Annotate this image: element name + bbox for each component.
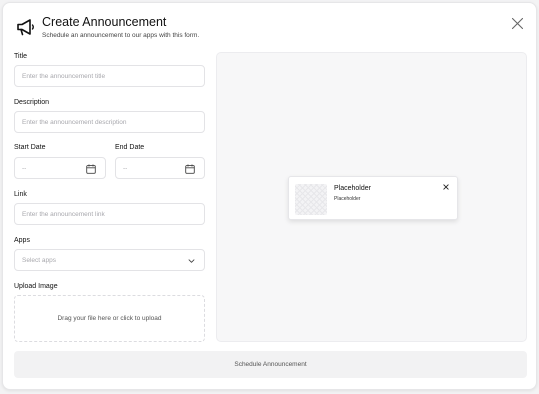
description-label: Description [14,99,50,106]
start-date-value: -- [22,164,27,172]
upload-dropzone-text: Drag your file here or click to upload [57,315,162,322]
dialog-title: Create Announcement [42,15,167,29]
link-input[interactable]: Enter the announcement link [14,203,205,225]
end-date-value: -- [123,164,128,172]
apps-select-placeholder: Select apps [22,256,56,264]
upload-image-label: Upload Image [14,283,58,290]
end-date-input[interactable]: -- [115,157,205,179]
link-input-placeholder: Enter the announcement link [22,210,105,218]
chevron-down-icon [188,259,195,263]
image-placeholder-thumbnail [295,184,327,215]
create-announcement-dialog: Create Announcement Schedule an announce… [2,2,537,390]
schedule-announcement-label: Schedule Announcement [234,361,307,368]
calendar-icon[interactable] [185,164,195,174]
apps-label: Apps [14,237,30,244]
close-icon[interactable] [511,17,524,30]
dialog-subtitle: Schedule an announcement to our apps wit… [42,32,200,39]
announcement-preview-toast: Placeholder Placeholder [288,176,458,220]
title-input[interactable]: Enter the announcement title [14,65,205,87]
upload-dropzone[interactable]: Drag your file here or click to upload [14,295,205,342]
megaphone-icon [17,19,34,36]
calendar-icon[interactable] [86,164,96,174]
toast-title: Placeholder [334,185,371,192]
title-label: Title [14,53,27,60]
schedule-announcement-button[interactable]: Schedule Announcement [14,351,527,378]
toast-body: Placeholder [334,196,361,202]
apps-select[interactable]: Select apps [14,249,205,271]
description-input[interactable]: Enter the announcement description [14,111,205,133]
start-date-input[interactable]: -- [14,157,106,179]
close-icon[interactable] [443,184,449,190]
end-date-label: End Date [115,144,145,151]
description-input-placeholder: Enter the announcement description [22,118,127,126]
start-date-label: Start Date [14,144,46,151]
link-label: Link [14,191,27,198]
title-input-placeholder: Enter the announcement title [22,72,106,80]
